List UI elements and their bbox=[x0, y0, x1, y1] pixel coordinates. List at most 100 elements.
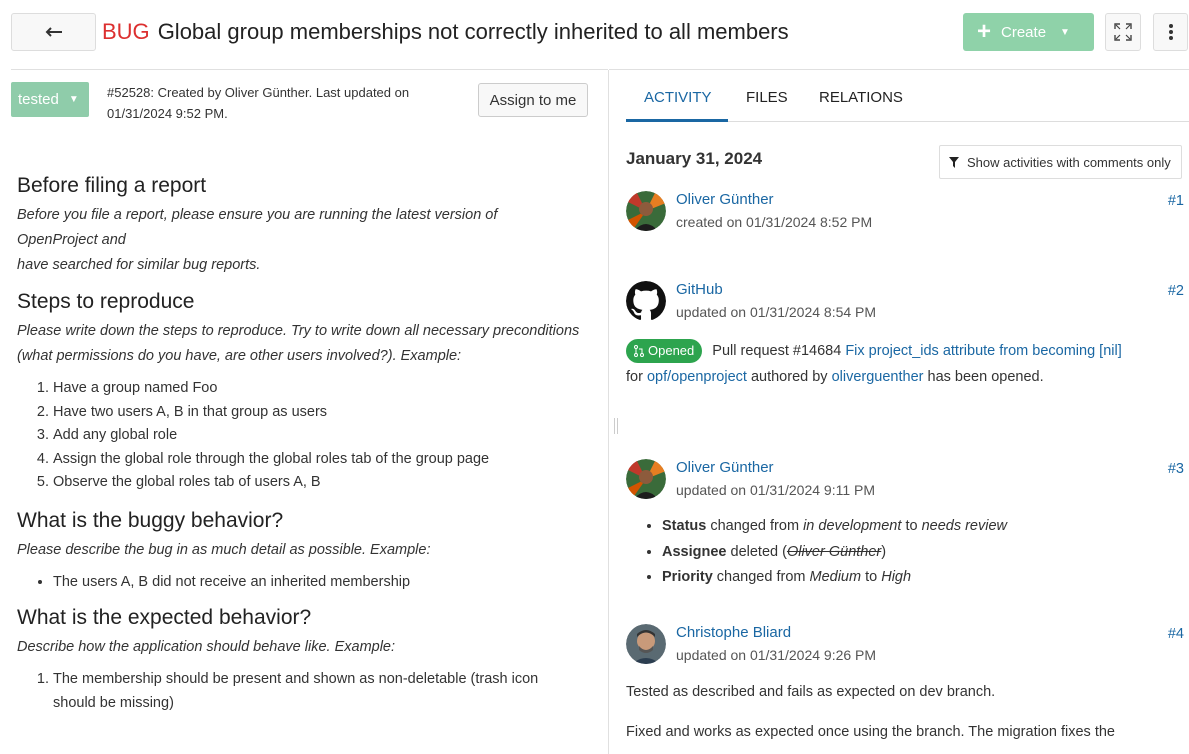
caret-down-icon: ▼ bbox=[1060, 26, 1070, 38]
steps-list: Have a group named Foo Have two users A,… bbox=[53, 377, 597, 495]
description: Before filing a report Before you file a… bbox=[17, 170, 597, 725]
work-package-meta: #52528: Created by Oliver Günther. Last … bbox=[107, 85, 410, 121]
list-item: The users A, B did not receive an inheri… bbox=[53, 571, 597, 595]
activity-time: updated on 01/31/2024 9:26 PM bbox=[676, 647, 877, 663]
section-text: Please write down the steps to reproduce… bbox=[17, 323, 580, 364]
resize-handle[interactable] bbox=[614, 418, 618, 434]
pane-divider bbox=[608, 70, 609, 754]
divider bbox=[609, 69, 1189, 70]
change-to-word: to bbox=[905, 518, 918, 534]
section-text: Describe how the application should beha… bbox=[17, 639, 396, 655]
activity-time: updated on 01/31/2024 8:54 PM bbox=[676, 304, 877, 320]
change-to: needs review bbox=[921, 518, 1007, 534]
change-to-word: to bbox=[865, 569, 878, 585]
change-item: Priority changed from Medium to High bbox=[662, 565, 1007, 591]
caret-down-icon: ▼ bbox=[68, 94, 79, 105]
section-heading: Before filing a report bbox=[17, 174, 207, 197]
activity-item: Christophe Bliard updated on 01/31/2024 … bbox=[626, 624, 1184, 754]
comment-text: Fixed and works as expected once using t… bbox=[626, 724, 1115, 740]
activity-item: Oliver Günther updated on 01/31/2024 9:1… bbox=[626, 459, 1184, 599]
activity-number-link[interactable]: #3 bbox=[1168, 461, 1184, 477]
author-link[interactable]: oliverguenther bbox=[832, 369, 924, 385]
tab-bar: ACTIVITY FILES RELATIONS bbox=[626, 76, 1189, 122]
activity-user-link[interactable]: Oliver Günther bbox=[676, 459, 774, 476]
list-item: Have two users A, B in that group as use… bbox=[53, 401, 597, 425]
activity-item: GitHub updated on 01/31/2024 8:54 PM #2 … bbox=[626, 281, 1184, 391]
list-item: Have a group named Foo bbox=[53, 377, 597, 401]
change-verb: changed from bbox=[716, 569, 806, 585]
assign-to-me-button[interactable]: Assign to me bbox=[478, 83, 588, 117]
change-list: Status changed from in development to ne… bbox=[662, 514, 1007, 591]
change-verb: changed from bbox=[710, 518, 800, 534]
section-expected-behavior: What is the expected behavior? Describe … bbox=[17, 606, 597, 715]
toolbar: BUG Global group memberships not correctl… bbox=[0, 0, 1189, 66]
change-to: High bbox=[881, 569, 912, 585]
page-title: BUG Global group memberships not correctl… bbox=[102, 19, 789, 45]
pull-request-icon bbox=[634, 345, 644, 358]
list-item: Add any global role bbox=[53, 424, 597, 448]
activity-time: updated on 01/31/2024 9:11 PM bbox=[676, 482, 876, 498]
status-label: tested bbox=[18, 91, 59, 108]
avatar bbox=[626, 624, 666, 664]
change-field: Assignee bbox=[662, 543, 727, 560]
filter-comments-button[interactable]: Show activities with comments only bbox=[939, 145, 1182, 179]
change-removed: Oliver Günther bbox=[786, 543, 882, 560]
change-field: Status bbox=[662, 518, 707, 534]
change-item: Status changed from in development to ne… bbox=[662, 514, 1007, 540]
section-heading: What is the expected behavior? bbox=[17, 606, 312, 629]
tab-activity[interactable]: ACTIVITY bbox=[644, 89, 712, 106]
pr-for: for bbox=[626, 369, 643, 385]
tab-files[interactable]: FILES bbox=[746, 89, 788, 106]
activity-item: Oliver Günther created on 01/31/2024 8:5… bbox=[626, 191, 1184, 241]
activity-number-link[interactable]: #4 bbox=[1168, 626, 1184, 642]
activity-user-link[interactable]: Christophe Bliard bbox=[676, 624, 791, 641]
activity-number-link[interactable]: #2 bbox=[1168, 283, 1184, 299]
section-steps: Steps to reproduce Please write down the… bbox=[17, 290, 597, 495]
section-text: Please describe the bug in as much detai… bbox=[17, 541, 431, 558]
section-before-filing: Before filing a report Before you file a… bbox=[17, 174, 597, 278]
section-heading: What is the buggy behavior? bbox=[17, 508, 284, 532]
section-text: Before you file a report, please ensure … bbox=[17, 207, 498, 248]
list-item: Observe the global roles tab of users A,… bbox=[53, 471, 597, 495]
fullscreen-button[interactable] bbox=[1105, 13, 1141, 51]
github-icon bbox=[626, 281, 666, 321]
list-item: The membership should be present and sho… bbox=[53, 668, 583, 715]
activity-user-link[interactable]: Oliver Günther bbox=[676, 191, 774, 208]
back-button[interactable] bbox=[11, 13, 96, 51]
more-vertical-icon bbox=[1168, 24, 1173, 40]
pull-request-message: Opened Pull request #14684 Fix project_i… bbox=[626, 338, 1184, 390]
change-item: Assignee deleted (Oliver Günther) bbox=[662, 540, 1007, 566]
subject[interactable]: Global group memberships not correctly i… bbox=[158, 19, 789, 44]
activity-number-link[interactable]: #1 bbox=[1168, 193, 1184, 209]
tab-relations[interactable]: RELATIONS bbox=[819, 89, 903, 106]
change-close: ) bbox=[881, 543, 887, 560]
pr-opened: has been opened. bbox=[927, 369, 1044, 385]
divider bbox=[11, 69, 608, 70]
filter-label: Show activities with comments only bbox=[967, 154, 1171, 170]
section-text: have searched for similar bug reports. bbox=[17, 257, 261, 273]
avatar bbox=[626, 459, 666, 499]
pr-authored-by: authored by bbox=[750, 369, 828, 385]
expected-list: The membership should be present and sho… bbox=[53, 668, 597, 715]
change-field: Priority bbox=[662, 569, 713, 585]
fullscreen-icon bbox=[1114, 23, 1132, 41]
repo-link[interactable]: opf/openproject bbox=[647, 369, 747, 385]
section-buggy-behavior: What is the buggy behavior? Please descr… bbox=[17, 509, 597, 595]
pr-title-link[interactable]: Fix project_ids attribute from becoming … bbox=[845, 343, 1121, 359]
plus-icon: + bbox=[977, 18, 992, 45]
back-arrow-icon bbox=[45, 27, 62, 37]
date-heading: January 31, 2024 bbox=[626, 149, 763, 168]
create-button[interactable]: + Create ▼ bbox=[963, 13, 1094, 51]
more-button[interactable] bbox=[1153, 13, 1188, 51]
change-verb: deleted ( bbox=[730, 543, 787, 560]
bug-list: The users A, B did not receive an inheri… bbox=[53, 571, 597, 595]
filter-icon bbox=[949, 156, 959, 168]
activity-time: created on 01/31/2024 8:52 PM bbox=[676, 214, 873, 230]
comment-text: Tested as described and fails as expecte… bbox=[626, 684, 996, 700]
badge-label: Opened bbox=[648, 343, 695, 359]
pr-text: Pull request #14684 bbox=[712, 343, 842, 359]
activity-user-link[interactable]: GitHub bbox=[676, 281, 723, 298]
create-label: Create bbox=[1001, 23, 1047, 41]
status-button[interactable]: tested ▼ bbox=[11, 82, 89, 117]
type-label: BUG bbox=[102, 19, 150, 44]
